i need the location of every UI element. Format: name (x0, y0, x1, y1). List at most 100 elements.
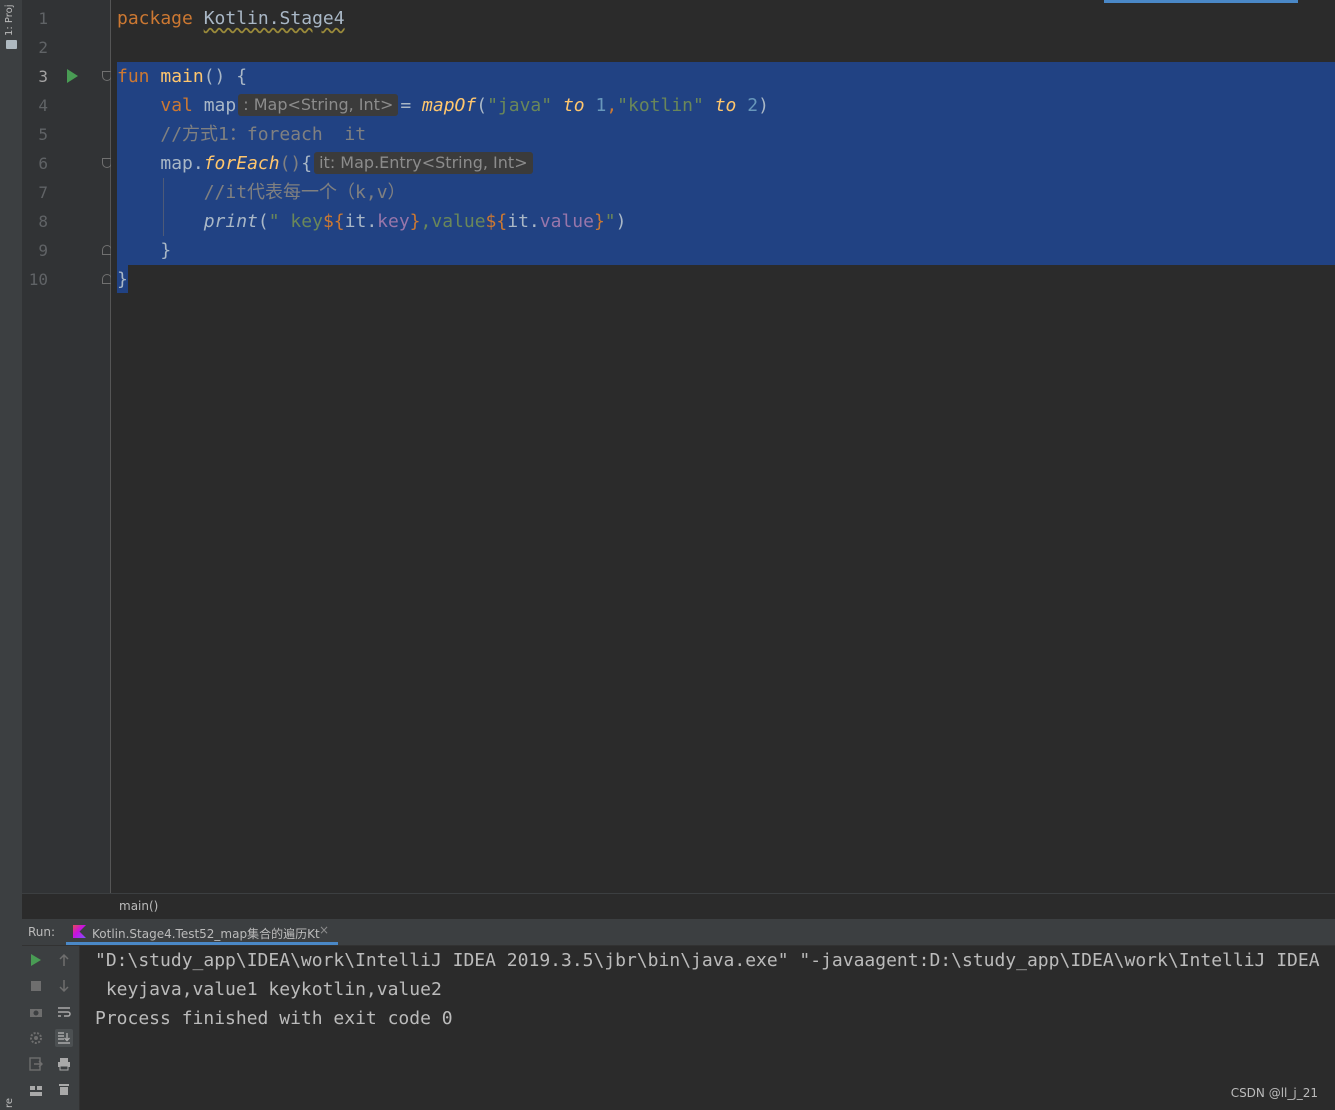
line-number: 1 (38, 9, 48, 28)
line-number: 10 (28, 270, 48, 289)
function-name: main (160, 66, 204, 87)
run-tool-header: Run: Kotlin.Stage4.Test52_map集合的遍历Kt × (22, 919, 1335, 946)
line-number: 3 (38, 67, 48, 86)
code-line-9: } (117, 236, 171, 265)
layout-button[interactable] (27, 1082, 45, 1100)
infix-call: to (562, 95, 585, 116)
keyword: val (160, 95, 193, 116)
line-number: 8 (38, 212, 48, 231)
console-line: Process finished with exit code 0 (95, 1008, 453, 1029)
string-literal: "kotlin" (617, 95, 704, 116)
code-editor[interactable]: package Kotlin.Stage4 fun main() { val m… (111, 0, 1335, 893)
code-line-8: print(" key${it.key},value${it.value}") (117, 207, 627, 236)
breadcrumb: main() (22, 893, 1335, 919)
code-text: () (279, 153, 302, 174)
string-literal: "java" (487, 95, 553, 116)
line-number: 5 (38, 125, 48, 144)
code-line-6: map.forEach(){it: Map.Entry<String, Int> (117, 149, 535, 178)
run-toolbar (22, 946, 80, 1110)
code-line-3: fun main() { (117, 62, 247, 91)
layout-icon (30, 1086, 42, 1096)
code-text: , (606, 95, 618, 116)
watermark: CSDN @ll_j_21 (1230, 1086, 1318, 1100)
code-line-7: //it代表每一个（k,v） (117, 178, 406, 207)
printer-icon (58, 1058, 70, 1071)
print-button[interactable] (55, 1055, 73, 1073)
console-output[interactable]: "D:\study_app\IDEA\work\IntelliJ IDEA 20… (80, 946, 1335, 1110)
property: key (377, 211, 410, 232)
favorites-tool-button[interactable]: re (4, 1098, 15, 1108)
scroll-down-button[interactable] (55, 977, 73, 995)
code-text: ( (257, 211, 269, 232)
run-tab-title: Kotlin.Stage4.Test52_map集合的遍历Kt (92, 927, 320, 941)
string-literal: " (268, 211, 280, 232)
close-icon[interactable]: × (319, 923, 329, 937)
rerun-icon (31, 954, 41, 966)
identifier: it (344, 211, 367, 232)
run-tab[interactable]: Kotlin.Stage4.Test52_map集合的遍历Kt × (66, 919, 338, 945)
code-text: . (366, 211, 378, 232)
property: value (539, 211, 594, 232)
template-brace: } (593, 211, 605, 232)
arrow-up-icon (59, 953, 69, 966)
code-line-5: //方式1：foreach it (117, 120, 366, 149)
soft-wrap-button[interactable] (55, 1003, 73, 1021)
console-line: keyjava,value1 keykotlin,value2 (95, 979, 442, 1000)
scroll-to-end-icon (58, 1032, 70, 1044)
string-literal: " (604, 211, 616, 232)
comment: //方式1：foreach it (160, 124, 367, 145)
keyword: package (117, 8, 193, 29)
line-number: 9 (38, 241, 48, 260)
code-text: = (400, 95, 412, 116)
wrap-icon (58, 1007, 71, 1017)
folder-icon (6, 40, 17, 49)
code-text: ) (758, 95, 769, 116)
breadcrumb-item-main[interactable]: main() (119, 899, 158, 913)
scroll-up-button[interactable] (55, 951, 73, 969)
code-text: ( (476, 95, 488, 116)
exit-icon (29, 1057, 43, 1071)
lambda-param-hint: it: Map.Entry<String, Int> (314, 152, 533, 174)
line-number: 2 (38, 38, 48, 57)
string-literal: ,value (420, 211, 486, 232)
console-line: "D:\study_app\IDEA\work\IntelliJ IDEA 20… (95, 950, 1320, 971)
code-line-1: package Kotlin.Stage4 (117, 4, 345, 33)
editor-gutter: 1 2 3 4 5 6 7 8 9 10 (22, 0, 134, 893)
exit-button[interactable] (27, 1055, 45, 1073)
identifier: map (203, 95, 237, 116)
template-brace: } (409, 211, 421, 232)
identifier: it (507, 211, 529, 232)
code-text: { (301, 153, 313, 174)
line-number: 6 (38, 154, 48, 173)
code-line-4: val map: Map<String, Int> = mapOf("java" … (117, 91, 769, 120)
function-call: mapOf (422, 95, 477, 116)
settings-button[interactable] (27, 1029, 45, 1047)
template-brace: ${ (322, 211, 345, 232)
trash-icon (59, 1084, 69, 1095)
line-number: 4 (38, 96, 48, 115)
string-literal: key (279, 211, 323, 232)
scroll-indicator (1104, 0, 1298, 3)
function-call: print (203, 211, 258, 232)
scroll-to-end-button[interactable] (55, 1029, 73, 1047)
clear-all-button[interactable] (55, 1080, 73, 1098)
number-literal: 2 (747, 95, 759, 116)
run-gutter-icon[interactable] (67, 69, 78, 83)
code-text: } (117, 269, 128, 290)
gear-icon (30, 1032, 42, 1044)
comment: //it代表每一个（k,v） (203, 182, 406, 203)
code-line-10: } (117, 265, 128, 294)
code-text: map. (160, 153, 204, 174)
infix-call: to (714, 95, 737, 116)
keyword: fun (117, 66, 150, 87)
template-brace: ${ (485, 211, 508, 232)
stop-button[interactable] (27, 977, 45, 995)
arrow-down-icon (59, 980, 69, 993)
kotlin-icon (73, 925, 86, 938)
dump-threads-button[interactable] (27, 1003, 45, 1021)
run-label: Run: (28, 925, 56, 939)
project-tool-button[interactable]: 1: Proj (4, 2, 15, 36)
stop-icon (31, 981, 41, 991)
code-text: () { (203, 66, 248, 87)
rerun-button[interactable] (27, 951, 45, 969)
